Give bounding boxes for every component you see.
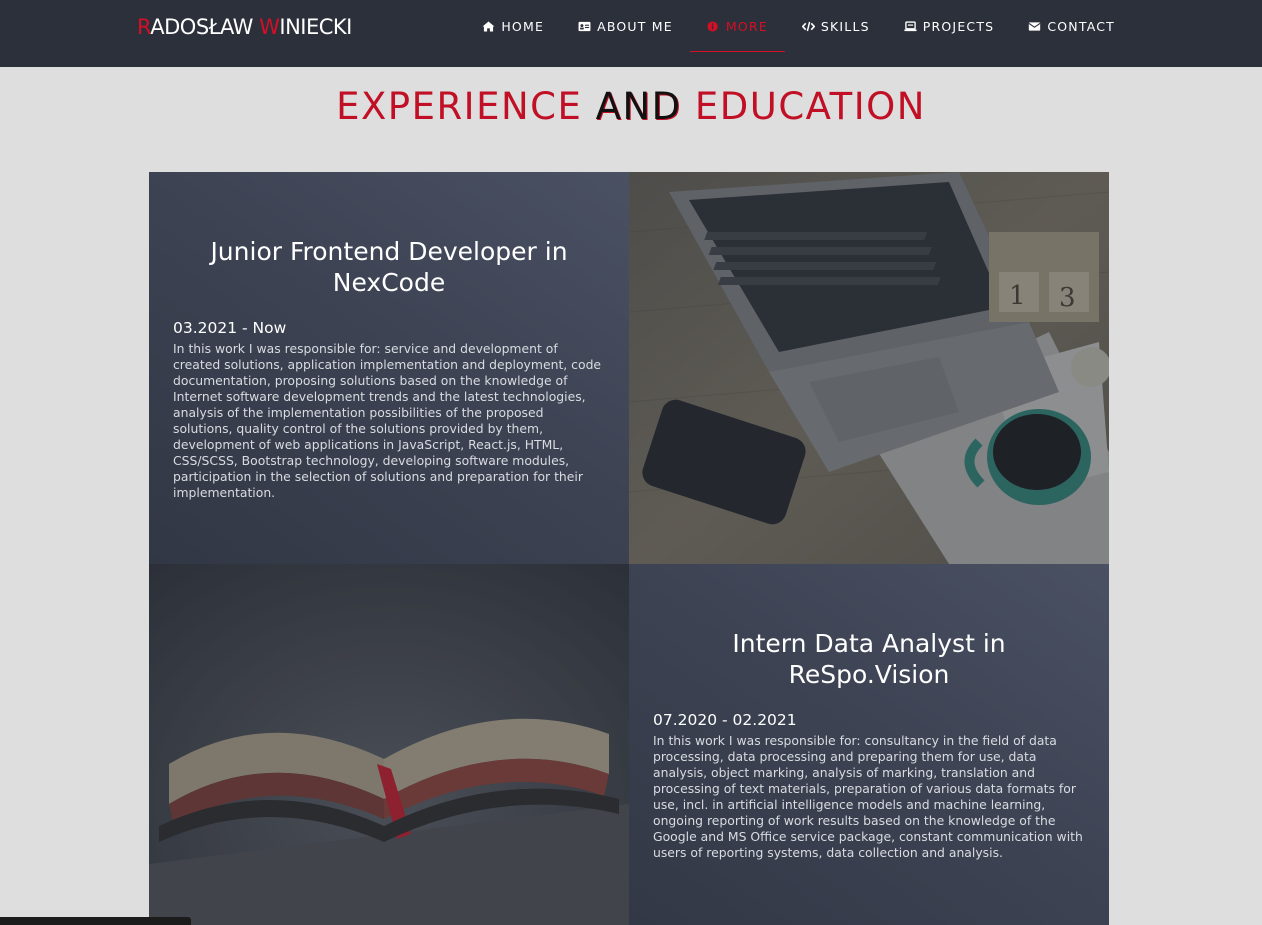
section-heading: EXPERIENCE AND EDUCATION bbox=[0, 85, 1262, 128]
laptop-icon bbox=[904, 20, 917, 31]
brand-first-initial: R bbox=[137, 15, 151, 39]
id-card-icon bbox=[578, 21, 591, 31]
nav-skills-label: SKILLS bbox=[820, 18, 870, 34]
experience-grid: Junior Frontend Developer in NexCode 03.… bbox=[149, 172, 1109, 925]
heading-experience: EXPERIENCE bbox=[336, 85, 583, 128]
job-dates: 07.2020 - 02.2021 bbox=[653, 711, 797, 729]
nav-home-label: HOME bbox=[501, 18, 545, 34]
nav-more-label: MORE bbox=[725, 18, 768, 34]
job-dates: 03.2021 - Now bbox=[173, 319, 287, 337]
job-title: Junior Frontend Developer in NexCode bbox=[210, 237, 568, 297]
brand-last-initial: W bbox=[259, 15, 280, 39]
nav-contact-label: CONTACT bbox=[1047, 18, 1115, 34]
nav-contact[interactable]: CONTACT bbox=[1011, 0, 1132, 52]
brand-logo[interactable]: RADOSŁAW WINIECKI bbox=[137, 15, 352, 39]
nav-skills[interactable]: SKILLS bbox=[785, 0, 887, 52]
nav-projects-label: PROJECTS bbox=[922, 18, 995, 34]
home-icon bbox=[482, 20, 495, 32]
nav-projects[interactable]: PROJECTS bbox=[887, 0, 1012, 52]
brand-last-rest: INIECKI bbox=[279, 15, 352, 39]
heading-education: EDUCATION bbox=[694, 85, 926, 128]
open-book-illustration bbox=[149, 564, 629, 925]
experience-card-nexcode: Junior Frontend Developer in NexCode 03.… bbox=[149, 172, 629, 564]
heading-and: AND bbox=[582, 85, 695, 128]
nav-more[interactable]: MORE bbox=[689, 0, 785, 52]
open-book-photo bbox=[149, 564, 629, 925]
brand-first-rest: ADOSŁAW bbox=[150, 15, 260, 39]
nav-home[interactable]: HOME bbox=[465, 0, 561, 52]
job-description: In this work I was responsible for: serv… bbox=[173, 341, 602, 500]
nav-about-me-label: ABOUT ME bbox=[597, 18, 673, 34]
job-title: Intern Data Analyst in ReSpo.Vision bbox=[732, 629, 1006, 689]
laptop-desk-illustration: 1 3 bbox=[629, 172, 1109, 564]
experience-card-respovision: Intern Data Analyst in ReSpo.Vision 07.2… bbox=[629, 564, 1109, 925]
nav-about-me[interactable]: ABOUT ME bbox=[561, 0, 690, 52]
main-nav: HOME ABOUT ME MORE SKILLS PROJECTS CONTA… bbox=[465, 0, 1132, 67]
browser-status-bar bbox=[0, 917, 191, 925]
info-icon bbox=[707, 20, 718, 32]
laptop-desk-photo: 1 3 bbox=[629, 172, 1109, 564]
envelope-icon bbox=[1028, 21, 1041, 31]
job-description: In this work I was responsible for: cons… bbox=[653, 733, 1083, 860]
code-icon bbox=[801, 21, 815, 31]
navbar: RADOSŁAW WINIECKI HOME ABOUT ME MORE SKI… bbox=[0, 0, 1262, 67]
